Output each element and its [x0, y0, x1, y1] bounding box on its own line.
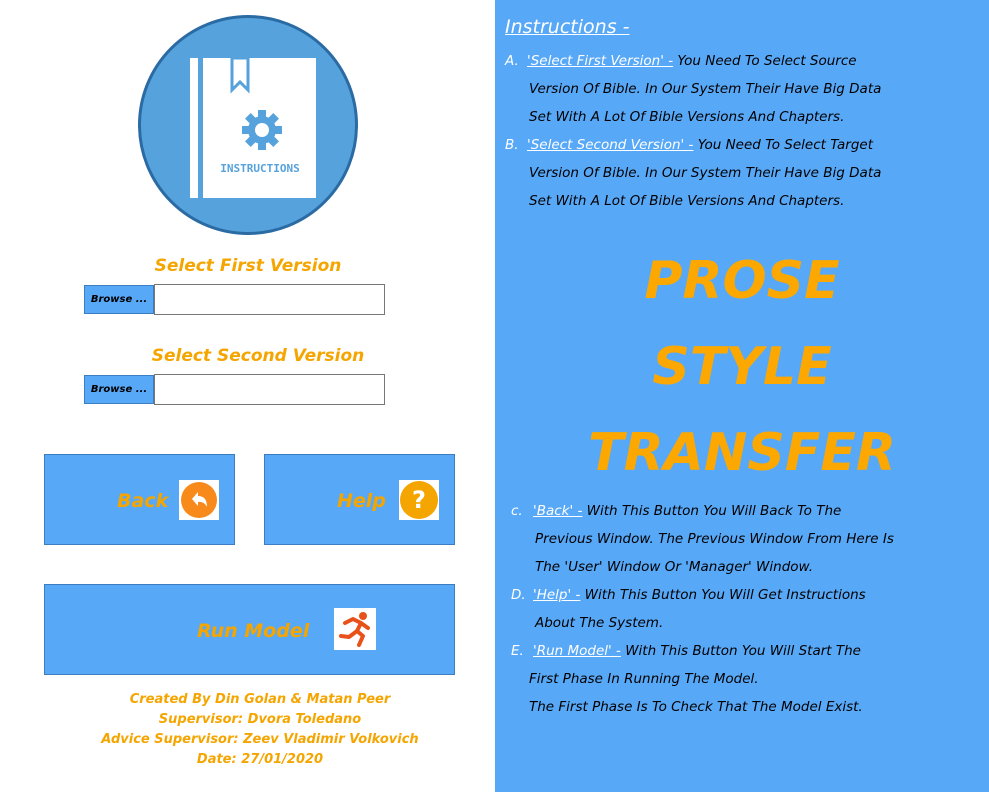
back-button[interactable]: Back — [44, 454, 235, 545]
instruction-c: c. 'Back' - With This Button You Will Bac… — [511, 503, 842, 519]
second-version-label: Select Second Version — [151, 346, 365, 366]
left-panel: INSTRUCTIONS Select First Version Browse… — [0, 0, 495, 792]
help-button[interactable]: Help ? — [264, 454, 455, 545]
second-version-input[interactable] — [154, 374, 385, 405]
instructions-title: Instructions - — [505, 16, 630, 38]
running-man-icon — [334, 608, 376, 650]
prose-title: PROSE STYLE TRANSFER — [495, 238, 989, 496]
credits-supervisor: Supervisor: Dvora Toledano — [158, 712, 362, 727]
help-label: Help — [337, 490, 386, 512]
instructions-ab: A. 'Select First Version' - You Need To S… — [505, 47, 881, 215]
title-line-transfer: TRANSFER — [588, 423, 896, 483]
second-version-browse-button[interactable]: Browse ... — [84, 375, 154, 404]
instruction-a-line2: Version Of Bible. In Our System Their Ha… — [529, 81, 882, 97]
title-line-prose: PROSE — [644, 251, 840, 311]
credits-advice-supervisor: Advice Supervisor: Zeev Vladimir Volkovi… — [101, 732, 419, 747]
back-label: Back — [117, 490, 169, 512]
instruction-a-line3: Set With A Lot Of Bible Versions And Cha… — [529, 109, 845, 125]
instruction-d-line2: About The System. — [535, 615, 664, 631]
instruction-e: E. 'Run Model' - With This Button You Wil… — [511, 643, 861, 659]
instruction-b-line2: Version Of Bible. In Our System Their Ha… — [529, 165, 882, 181]
credits-authors: Created By Din Golan & Matan Peer — [129, 692, 391, 707]
instruction-c-line2: Previous Window. The Previous Window Fro… — [535, 531, 894, 547]
instruction-b: B. 'Select Second Version' - You Need To … — [505, 137, 874, 153]
instruction-a: A. 'Select First Version' - You Need To S… — [505, 53, 857, 69]
first-version-browse-button[interactable]: Browse ... — [84, 285, 154, 314]
instruction-d: D. 'Help' - With This Button You Will Get… — [511, 587, 866, 603]
credits: Created By Din Golan & Matan Peer Superv… — [50, 690, 470, 770]
run-model-label: Run Model — [197, 620, 310, 642]
title-line-style: STYLE — [652, 337, 832, 397]
instruction-e-line3: The First Phase Is To Check That The Mod… — [529, 699, 863, 715]
instruction-e-line2: First Phase In Running The Model. — [529, 671, 759, 687]
book-icon — [190, 58, 316, 198]
instructions-logo: INSTRUCTIONS — [138, 15, 358, 235]
logo-caption: INSTRUCTIONS — [220, 162, 300, 175]
instruction-c-line3: The 'User' Window Or 'Manager' Window. — [535, 559, 814, 575]
instructions-cde: c. 'Back' - With This Button You Will Bac… — [511, 497, 894, 721]
first-version-input[interactable] — [154, 284, 385, 315]
question-mark-icon: ? — [399, 480, 439, 520]
first-version-label: Select First Version — [154, 256, 342, 276]
back-arrow-icon — [179, 480, 219, 520]
svg-text:?: ? — [412, 486, 426, 514]
instruction-b-line3: Set With A Lot Of Bible Versions And Cha… — [529, 193, 845, 209]
run-model-button[interactable]: Run Model — [44, 584, 455, 675]
credits-date: Date: 27/01/2020 — [196, 752, 324, 767]
instructions-panel: Instructions - A. 'Select First Version' … — [495, 0, 989, 792]
